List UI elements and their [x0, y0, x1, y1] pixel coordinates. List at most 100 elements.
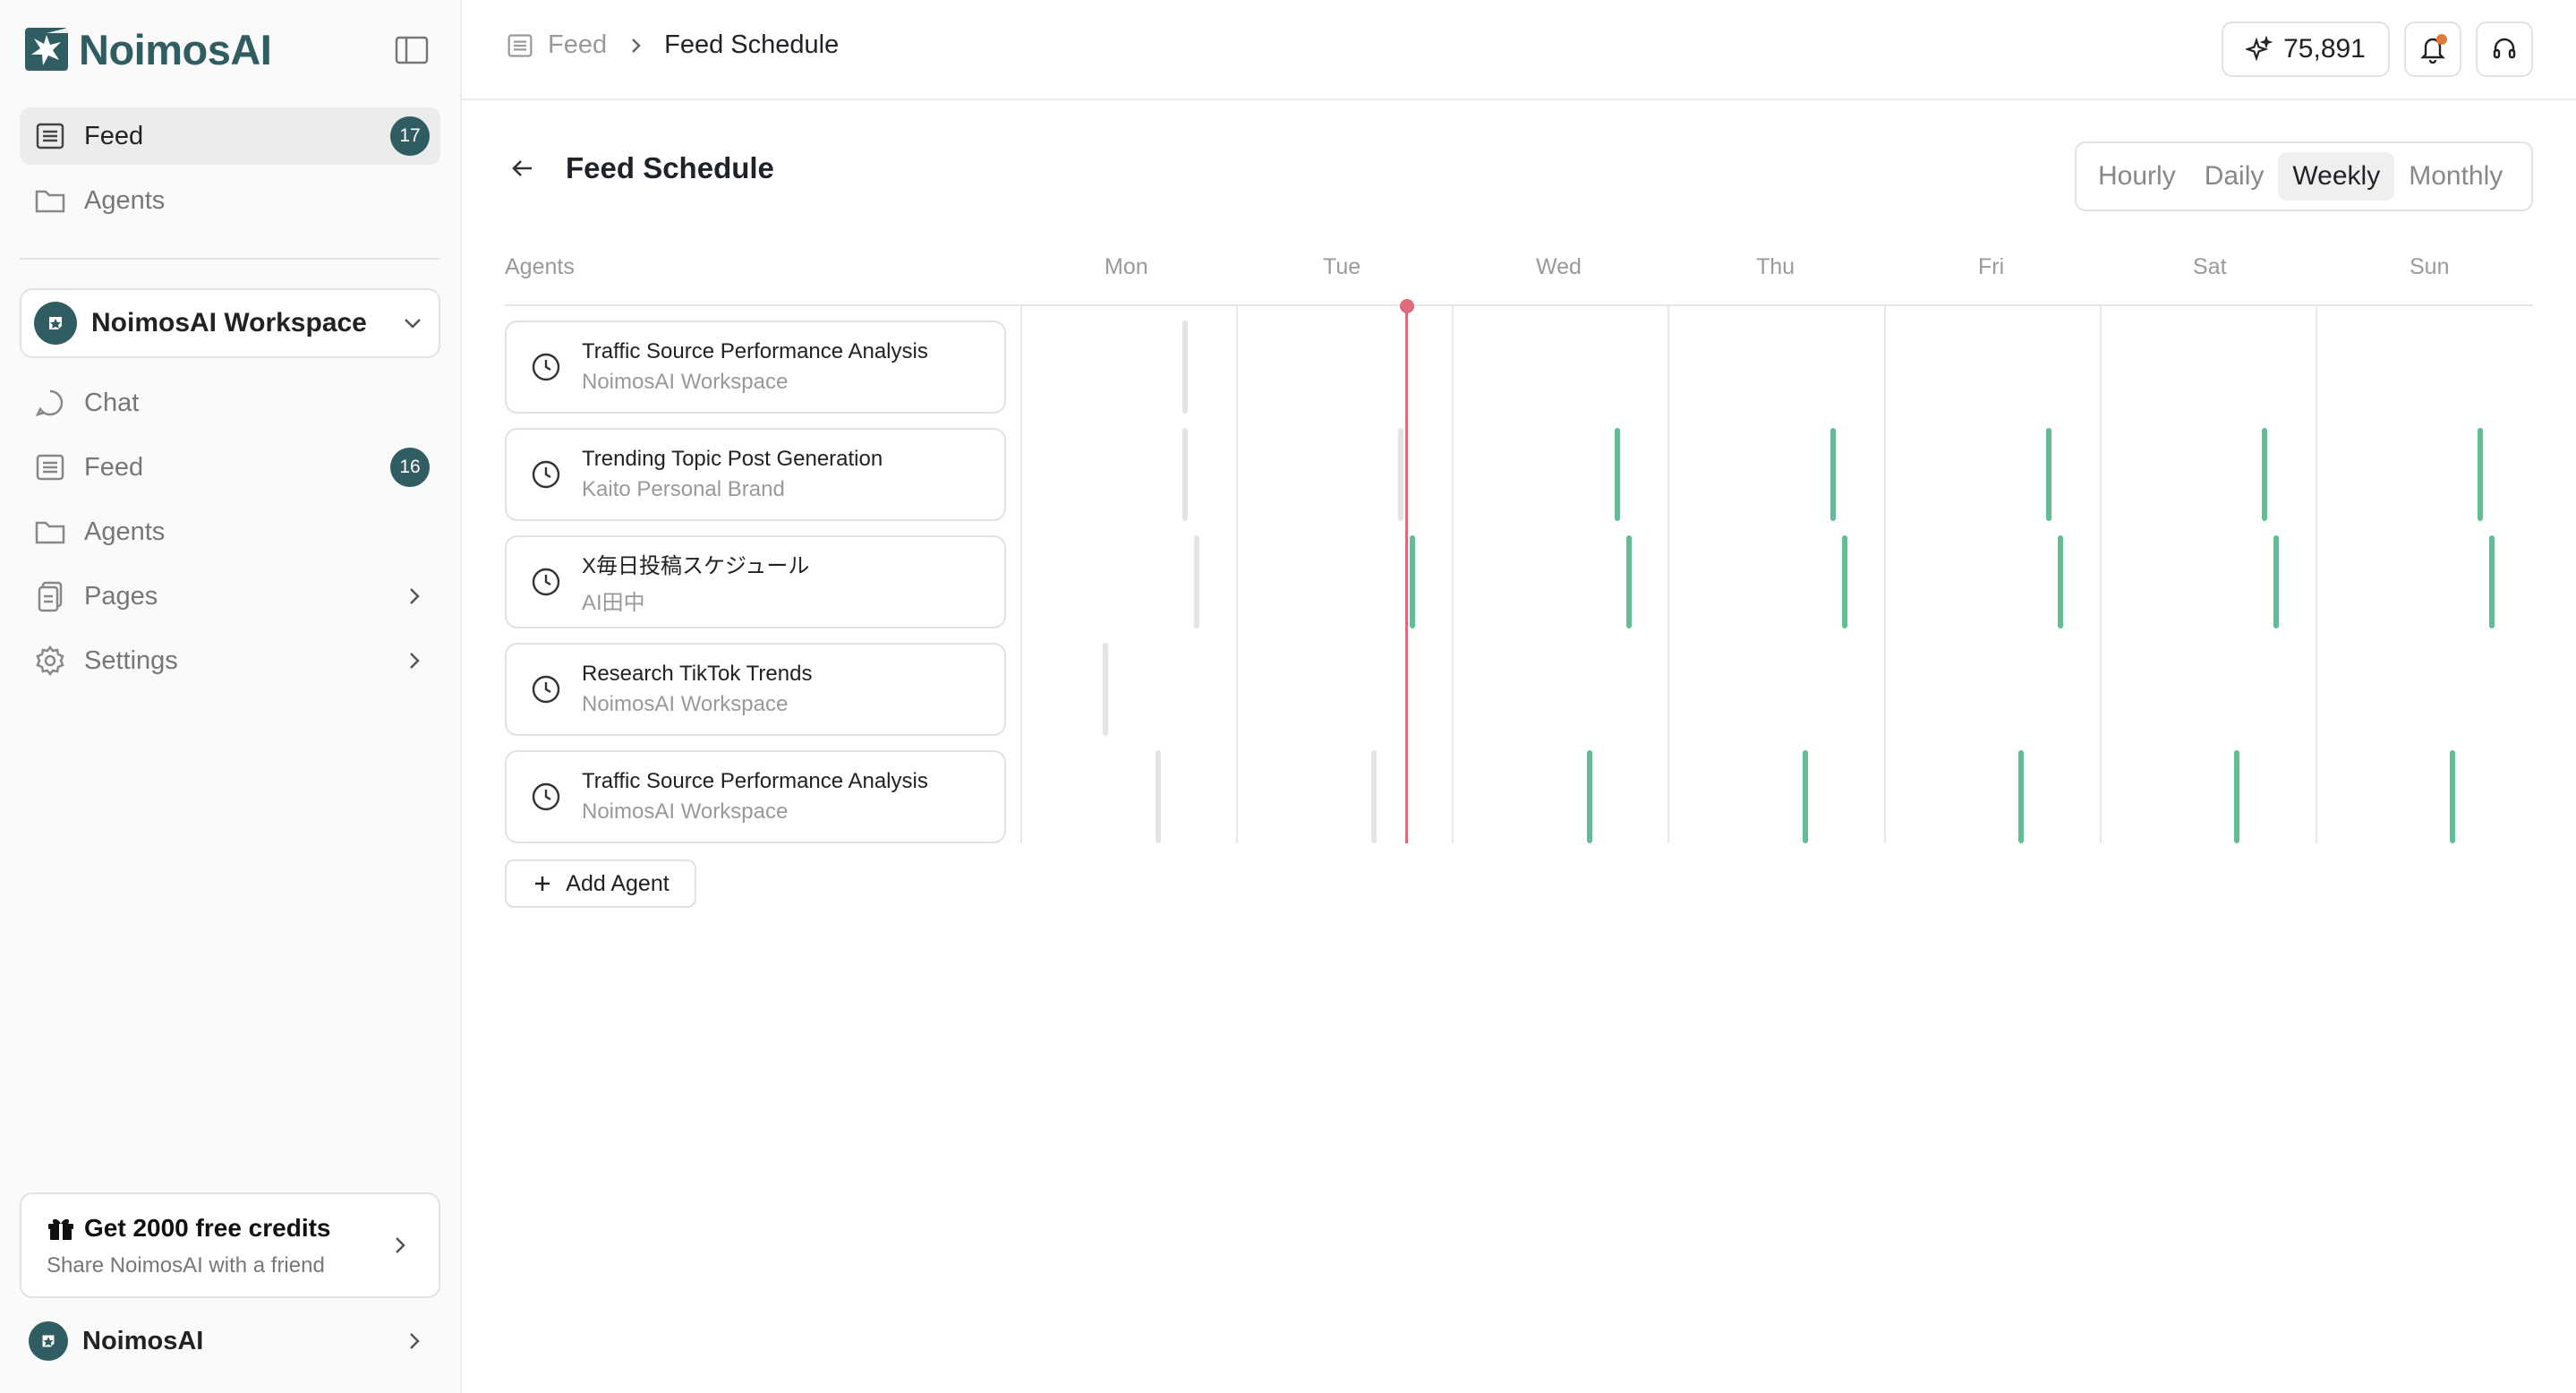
agent-workspace: Kaito Personal Brand: [582, 477, 785, 501]
view-option-monthly[interactable]: Monthly: [2394, 152, 2517, 201]
day-header: Sat: [2193, 254, 2227, 279]
agent-row-card[interactable]: Trending Topic Post Generation Kaito Pers…: [505, 428, 1006, 521]
sidebar-item-label: Pages: [84, 581, 158, 611]
scheduled-run-marker[interactable]: [1587, 750, 1592, 843]
credits-button[interactable]: 75,891: [2222, 21, 2390, 77]
gear-icon: [32, 643, 68, 679]
notification-dot: [2436, 34, 2447, 45]
sidebar-toggle-button[interactable]: [394, 34, 430, 66]
credits-count: 75,891: [2283, 34, 2366, 64]
view-option-hourly[interactable]: Hourly: [2084, 152, 2190, 201]
past-run-marker[interactable]: [1182, 320, 1188, 414]
sidebar-item-label: Settings: [84, 645, 178, 675]
workspace-selector[interactable]: NoimosAI Workspace: [20, 288, 440, 358]
view-option-weekly[interactable]: Weekly: [2278, 152, 2395, 201]
scheduled-run-marker[interactable]: [1803, 750, 1808, 843]
day-header: Fri: [1978, 254, 2005, 279]
gift-icon: [48, 1218, 73, 1240]
feed-count-badge: 17: [390, 116, 430, 156]
past-run-marker[interactable]: [1371, 750, 1377, 843]
scheduled-run-marker[interactable]: [1615, 428, 1620, 521]
view-option-daily[interactable]: Daily: [2190, 152, 2279, 201]
agent-title: X毎日投稿スケジュール: [582, 554, 810, 578]
support-button[interactable]: [2476, 21, 2533, 77]
scheduled-run-marker[interactable]: [1830, 428, 1836, 521]
folder-icon: [32, 514, 68, 550]
schedule-header-divider: [505, 304, 2533, 306]
scheduled-run-marker[interactable]: [2273, 535, 2279, 628]
sidebar-toggle-icon: [395, 36, 429, 64]
sidebar-item-label: Feed: [84, 121, 144, 150]
clock-icon: [532, 460, 560, 489]
day-column-divider: [1020, 306, 1022, 843]
scheduled-run-marker[interactable]: [2058, 535, 2063, 628]
past-run-marker[interactable]: [1398, 428, 1403, 521]
day-header: Wed: [1536, 254, 1582, 279]
scheduled-run-marker[interactable]: [1626, 535, 1632, 628]
scheduled-run-marker[interactable]: [2450, 750, 2455, 843]
feed-icon: [32, 449, 68, 485]
sidebar: NoimosAI Feed 17 Agents NoimosAI Workspa…: [0, 0, 462, 1393]
sidebar-item-label: Agents: [84, 517, 166, 546]
agent-row-card[interactable]: Traffic Source Performance Analysis Noimo…: [505, 750, 1006, 843]
sidebar-item-agents[interactable]: Agents: [20, 503, 440, 560]
sidebar-item-label: Agents: [84, 185, 166, 215]
scheduled-run-marker[interactable]: [2489, 535, 2495, 628]
current-time-line: [1405, 306, 1408, 843]
sidebar-divider: [20, 258, 440, 260]
add-agent-button[interactable]: Add Agent: [505, 859, 696, 908]
brand[interactable]: NoimosAI: [25, 23, 272, 75]
clock-icon: [532, 782, 560, 811]
sidebar-item-chat[interactable]: Chat: [20, 374, 440, 432]
sidebar-item-feed[interactable]: Feed 16: [20, 439, 440, 496]
user-menu[interactable]: NoimosAI: [20, 1314, 440, 1368]
scheduled-run-marker[interactable]: [2262, 428, 2267, 521]
sparkle-icon: [2246, 36, 2273, 62]
agent-row-card[interactable]: X毎日投稿スケジュール AI田中: [505, 535, 1006, 628]
breadcrumb-current: Feed Schedule: [664, 30, 840, 59]
breadcrumb-parent-link[interactable]: Feed: [548, 30, 607, 60]
sidebar-item-settings[interactable]: Settings: [20, 632, 440, 689]
past-run-marker[interactable]: [1182, 428, 1188, 521]
brand-name: NoimosAI: [79, 25, 272, 73]
scheduled-run-marker[interactable]: [1842, 535, 1847, 628]
scheduled-run-marker[interactable]: [2046, 428, 2051, 521]
referral-promo-card[interactable]: Get 2000 free credits Share NoimosAI wit…: [20, 1192, 440, 1298]
app-root: NoimosAI Feed 17 Agents NoimosAI Workspa…: [0, 0, 2576, 1393]
workspace-name: NoimosAI Workspace: [91, 308, 367, 338]
agent-title: Research TikTok Trends: [582, 662, 813, 686]
clock-icon: [532, 353, 560, 381]
sidebar-item-label: Feed: [84, 452, 144, 482]
sidebar-item-pages[interactable]: Pages: [20, 568, 440, 625]
past-run-marker[interactable]: [1103, 643, 1108, 736]
scheduled-run-marker[interactable]: [2234, 750, 2239, 843]
breadcrumb: Feed Feed Schedule: [507, 30, 839, 60]
promo-title-row: Get 2000 free credits: [47, 1214, 439, 1243]
past-run-marker[interactable]: [1156, 750, 1161, 843]
past-run-marker[interactable]: [1194, 535, 1199, 628]
add-agent-label: Add Agent: [566, 870, 670, 896]
scheduled-run-marker[interactable]: [1410, 535, 1415, 628]
back-arrow-icon[interactable]: [505, 150, 541, 186]
headset-icon: [2493, 38, 2516, 59]
sidebar-item-agents-top[interactable]: Agents: [20, 172, 440, 229]
page-header: Feed Schedule: [505, 150, 774, 186]
day-header: Sun: [2410, 254, 2450, 279]
notifications-button[interactable]: [2404, 21, 2461, 77]
agents-column-header: Agents: [505, 254, 575, 279]
sidebar-item-feed-top[interactable]: Feed 17: [20, 107, 440, 165]
chat-icon: [32, 385, 68, 421]
folder-icon: [32, 183, 68, 218]
feed-icon: [508, 33, 533, 57]
agent-workspace: NoimosAI Workspace: [582, 799, 789, 824]
day-column-divider: [1668, 306, 1669, 843]
user-avatar: [29, 1321, 68, 1361]
scheduled-run-marker[interactable]: [2018, 750, 2024, 843]
top-bar: Feed Feed Schedule 75,891: [462, 0, 2576, 100]
scheduled-run-marker[interactable]: [2478, 428, 2483, 521]
view-mode-switcher: Hourly Daily Weekly Monthly: [2075, 141, 2533, 211]
chevron-right-icon: [410, 1333, 420, 1349]
agent-row-card[interactable]: Research TikTok Trends NoimosAI Workspace: [505, 643, 1006, 736]
agent-row-card[interactable]: Traffic Source Performance Analysis Noimo…: [505, 320, 1006, 414]
clock-icon: [532, 675, 560, 704]
